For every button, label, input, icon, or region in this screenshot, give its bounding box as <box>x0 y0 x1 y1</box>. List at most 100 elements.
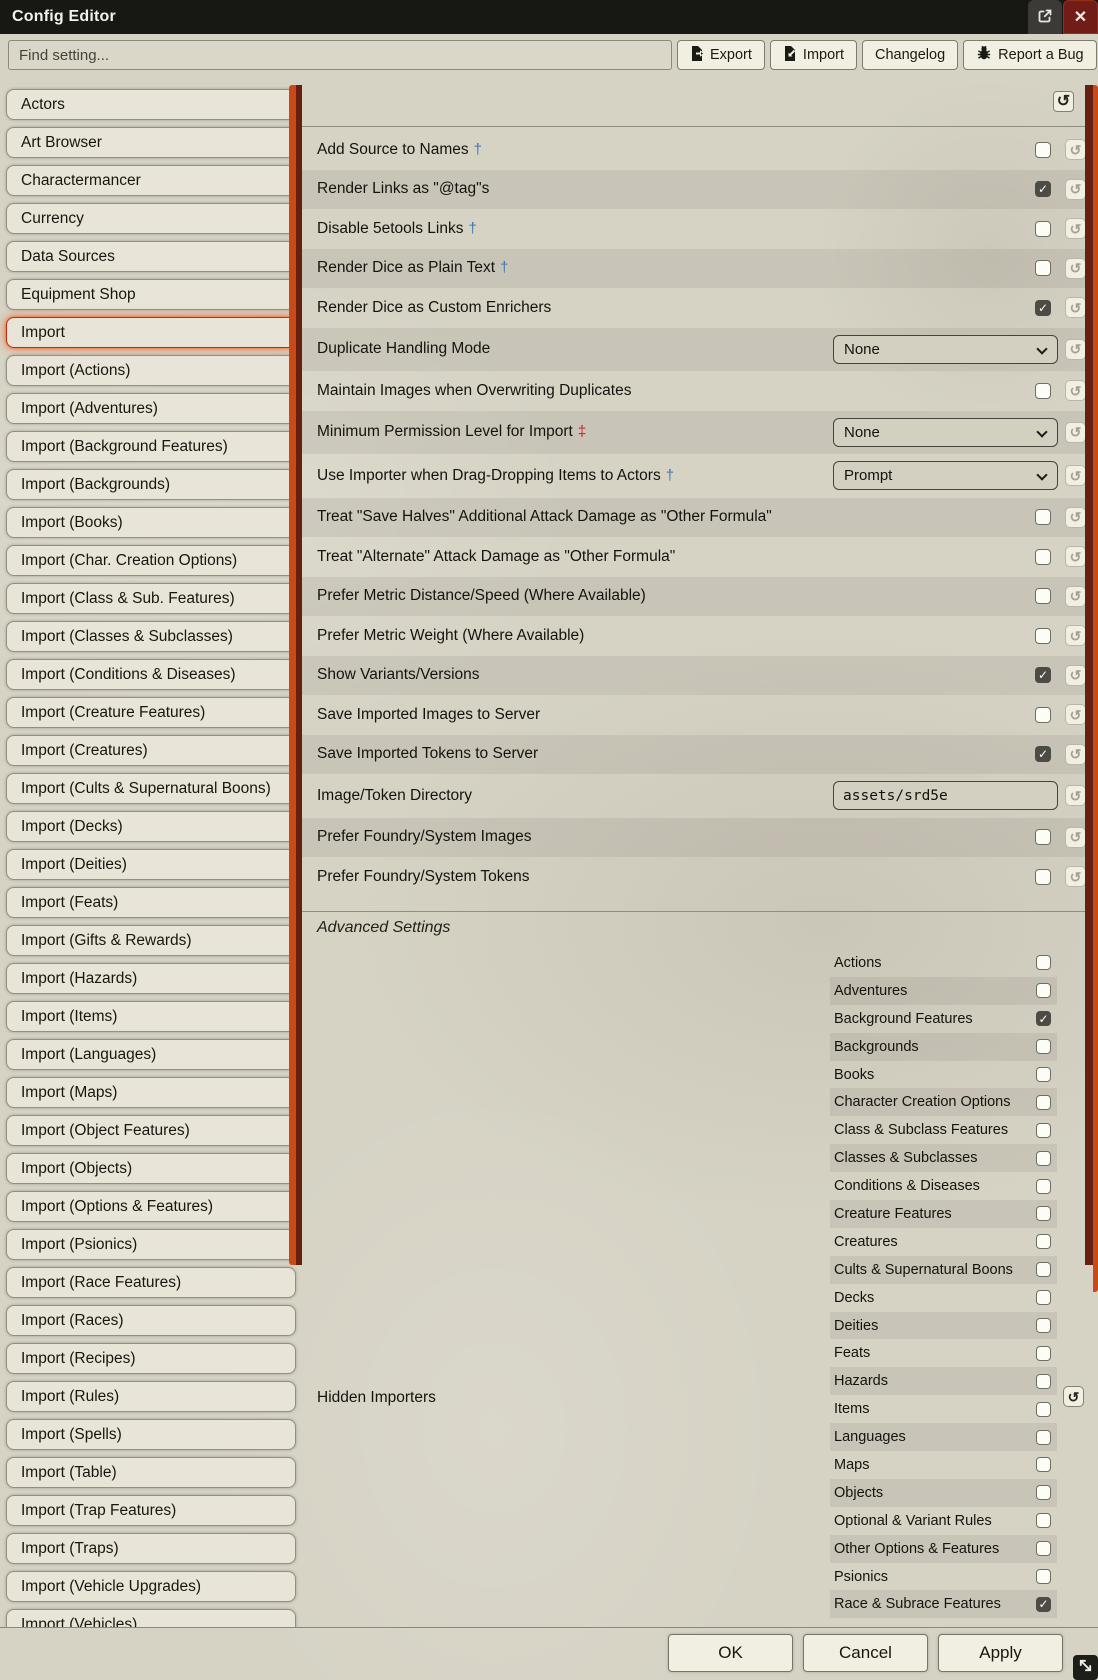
sidebar-item[interactable]: Import (Char. Creation Options) <box>6 545 296 576</box>
sidebar-item[interactable]: Import (Classes & Subclasses) <box>6 621 296 652</box>
setting-checkbox[interactable]: ✓ <box>1035 667 1051 683</box>
hidden-importer-checkbox[interactable]: ✓ <box>1036 1067 1051 1082</box>
sidebar-item[interactable]: Import (Races) <box>6 1305 296 1336</box>
sidebar-item[interactable]: Import (Rules) <box>6 1381 296 1412</box>
setting-checkbox[interactable]: ✓ <box>1035 829 1051 845</box>
sidebar-item[interactable]: Import (Class & Sub. Features) <box>6 583 296 614</box>
sidebar-item[interactable]: Import (Maps) <box>6 1077 296 1108</box>
export-button[interactable]: Export <box>677 40 765 70</box>
sidebar-item[interactable]: Import (Creature Features) <box>6 697 296 728</box>
sidebar-item[interactable]: Import (Vehicles) <box>6 1609 296 1627</box>
setting-checkbox[interactable]: ✓ <box>1035 628 1051 644</box>
apply-button[interactable]: Apply <box>938 1634 1063 1672</box>
search-input[interactable] <box>8 40 672 70</box>
row-reset-button[interactable]: ↺ <box>1065 380 1086 401</box>
row-reset-button[interactable]: ↺ <box>1065 546 1086 567</box>
row-reset-button[interactable]: ↺ <box>1065 704 1086 725</box>
sidebar-item[interactable]: Import (Decks) <box>6 811 296 842</box>
row-reset-button[interactable]: ↺ <box>1065 507 1086 528</box>
setting-text-input[interactable]: assets/srd5e <box>833 781 1058 810</box>
setting-checkbox[interactable]: ✓ <box>1035 746 1051 762</box>
sidebar-item[interactable]: Import (Recipes) <box>6 1343 296 1374</box>
setting-checkbox[interactable]: ✓ <box>1035 300 1051 316</box>
row-reset-button[interactable]: ↺ <box>1065 827 1086 848</box>
sidebar-item[interactable]: Import (Backgrounds) <box>6 469 296 500</box>
sidebar-item[interactable]: Import (Cults & Supernatural Boons) <box>6 773 296 804</box>
popout-button[interactable] <box>1028 0 1062 34</box>
row-reset-button[interactable]: ↺ <box>1065 179 1086 200</box>
sidebar-item[interactable]: Import (Background Features) <box>6 431 296 462</box>
setting-checkbox[interactable]: ✓ <box>1035 260 1051 276</box>
setting-checkbox[interactable]: ✓ <box>1035 142 1051 158</box>
ok-button[interactable]: OK <box>668 1634 793 1672</box>
setting-checkbox[interactable]: ✓ <box>1035 549 1051 565</box>
report-bug-button[interactable]: Report a Bug <box>963 40 1096 70</box>
sidebar-item[interactable]: Import (Traps) <box>6 1533 296 1564</box>
setting-checkbox[interactable]: ✓ <box>1035 707 1051 723</box>
import-button[interactable]: Import <box>770 40 857 70</box>
hidden-importer-checkbox[interactable]: ✓ <box>1036 1179 1051 1194</box>
row-reset-button[interactable]: ↺ <box>1065 465 1086 486</box>
row-reset-button[interactable]: ↺ <box>1065 297 1086 318</box>
setting-checkbox[interactable]: ✓ <box>1035 869 1051 885</box>
resize-handle[interactable] <box>1073 1655 1098 1680</box>
setting-checkbox[interactable]: ✓ <box>1035 509 1051 525</box>
sidebar-item[interactable]: Data Sources <box>6 241 296 272</box>
sidebar-item[interactable]: Import (Hazards) <box>6 963 296 994</box>
sidebar-item[interactable]: Import (Vehicle Upgrades) <box>6 1571 296 1602</box>
row-reset-button[interactable]: ↺ <box>1065 744 1086 765</box>
setting-select[interactable]: None <box>833 335 1058 364</box>
sidebar-item[interactable]: Import (Table) <box>6 1457 296 1488</box>
setting-select[interactable]: Prompt <box>833 461 1058 490</box>
row-reset-button[interactable]: ↺ <box>1065 258 1086 279</box>
sidebar-item[interactable]: Import (Languages) <box>6 1039 296 1070</box>
close-button[interactable]: ✕ <box>1063 0 1098 34</box>
hidden-importer-checkbox[interactable]: ✓ <box>1036 1151 1051 1166</box>
hidden-importer-checkbox[interactable]: ✓ <box>1036 1123 1051 1138</box>
hidden-importer-checkbox[interactable]: ✓ <box>1036 1402 1051 1417</box>
hidden-importer-checkbox[interactable]: ✓ <box>1036 1513 1051 1528</box>
sidebar-item[interactable]: Equipment Shop <box>6 279 296 310</box>
row-reset-button[interactable]: ↺ <box>1065 625 1086 646</box>
hidden-importer-checkbox[interactable]: ✓ <box>1036 955 1051 970</box>
row-reset-button[interactable]: ↺ <box>1065 665 1086 686</box>
sidebar-item[interactable]: Import (Objects) <box>6 1153 296 1184</box>
setting-checkbox[interactable]: ✓ <box>1035 588 1051 604</box>
sidebar-item[interactable]: Import (Actions) <box>6 355 296 386</box>
sidebar-item[interactable]: Art Browser <box>6 127 296 158</box>
hidden-importer-checkbox[interactable]: ✓ <box>1036 1039 1051 1054</box>
sidebar-item[interactable]: Import <box>6 317 296 348</box>
sidebar-item[interactable]: Import (Deities) <box>6 849 296 880</box>
hidden-importer-checkbox[interactable]: ✓ <box>1036 1095 1051 1110</box>
sidebar-item[interactable]: Import (Books) <box>6 507 296 538</box>
sidebar-item[interactable]: Import (Object Features) <box>6 1115 296 1146</box>
sidebar-item[interactable]: Currency <box>6 203 296 234</box>
sidebar-item[interactable]: Import (Spells) <box>6 1419 296 1450</box>
row-reset-button[interactable]: ↺ <box>1065 339 1086 360</box>
setting-checkbox[interactable]: ✓ <box>1035 181 1051 197</box>
hidden-importer-checkbox[interactable]: ✓ <box>1036 1290 1051 1305</box>
setting-checkbox[interactable]: ✓ <box>1035 221 1051 237</box>
setting-checkbox[interactable]: ✓ <box>1035 383 1051 399</box>
hidden-importer-checkbox[interactable]: ✓ <box>1036 1346 1051 1361</box>
hidden-importer-checkbox[interactable]: ✓ <box>1036 1597 1051 1612</box>
sidebar-item[interactable]: Import (Creatures) <box>6 735 296 766</box>
sidebar-item[interactable]: Import (Race Features) <box>6 1267 296 1298</box>
hidden-importer-checkbox[interactable]: ✓ <box>1036 1485 1051 1500</box>
row-reset-button[interactable]: ↺ <box>1065 586 1086 607</box>
hidden-importer-checkbox[interactable]: ✓ <box>1036 1457 1051 1472</box>
sidebar-item[interactable]: Import (Feats) <box>6 887 296 918</box>
changelog-button[interactable]: Changelog <box>862 40 958 70</box>
hidden-importer-checkbox[interactable]: ✓ <box>1036 1234 1051 1249</box>
sidebar-item[interactable]: Import (Adventures) <box>6 393 296 424</box>
hidden-importer-checkbox[interactable]: ✓ <box>1036 983 1051 998</box>
row-reset-button[interactable]: ↺ <box>1065 866 1086 887</box>
sidebar-item[interactable]: Import (Items) <box>6 1001 296 1032</box>
sidebar-item[interactable]: Import (Gifts & Rewards) <box>6 925 296 956</box>
hidden-importer-checkbox[interactable]: ✓ <box>1036 1374 1051 1389</box>
row-reset-button[interactable]: ↺ <box>1065 422 1086 443</box>
hidden-importer-checkbox[interactable]: ✓ <box>1036 1541 1051 1556</box>
hidden-importer-checkbox[interactable]: ✓ <box>1036 1318 1051 1333</box>
sidebar-item[interactable]: Import (Options & Features) <box>6 1191 296 1222</box>
sidebar-item[interactable]: Charactermancer <box>6 165 296 196</box>
